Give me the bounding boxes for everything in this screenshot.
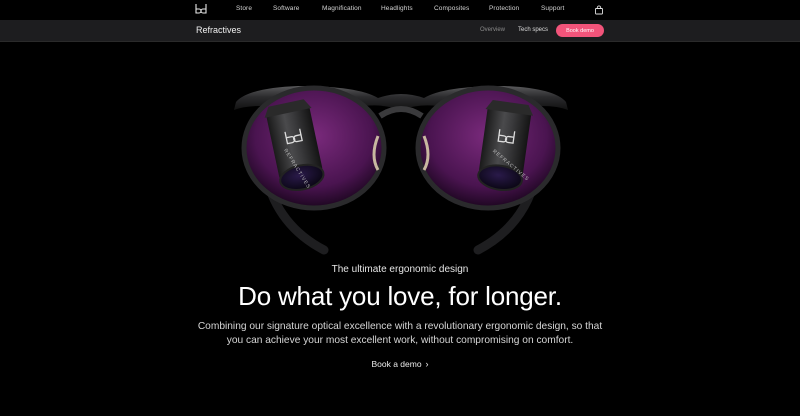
nav-item-composites[interactable]: Composites [434, 5, 469, 12]
hero-eyebrow: The ultimate ergonomic design [331, 264, 469, 275]
nav-item-support[interactable]: Support [541, 5, 564, 12]
hero-cta: Book a demo › [0, 359, 800, 369]
nav-item-magnification[interactable]: Magnification [322, 5, 362, 12]
hero-description: Combining our signature optical excellen… [197, 321, 603, 346]
subnav-tech-specs-link[interactable]: Tech specs [518, 27, 548, 33]
nav-item-headlights[interactable]: Headlights [381, 5, 413, 12]
subnav-overview-link[interactable]: Overview [480, 27, 505, 33]
global-nav-links: Store Software Magnification Headlights … [0, 0, 800, 20]
book-a-demo-label: Book a demo [371, 359, 422, 369]
book-a-demo-link[interactable]: Book a demo › [371, 359, 428, 369]
product-title[interactable]: Refractives [196, 25, 241, 35]
hero-headline: Do what you love, for longer. [238, 281, 562, 311]
global-nav: Store Software Magnification Headlights … [0, 0, 800, 20]
nav-item-software[interactable]: Software [273, 5, 299, 12]
product-subnav: Refractives Overview Tech specs Book dem… [0, 20, 800, 42]
nav-item-protection[interactable]: Protection [489, 5, 519, 12]
chevron-right-icon: › [425, 359, 429, 369]
book-demo-button[interactable]: Book demo [556, 24, 604, 37]
refractives-loupe-glasses-image: REFRACTIVES REFRACTIVES [234, 85, 568, 255]
shopping-bag-icon[interactable] [594, 5, 604, 15]
nav-item-store[interactable]: Store [236, 5, 252, 12]
